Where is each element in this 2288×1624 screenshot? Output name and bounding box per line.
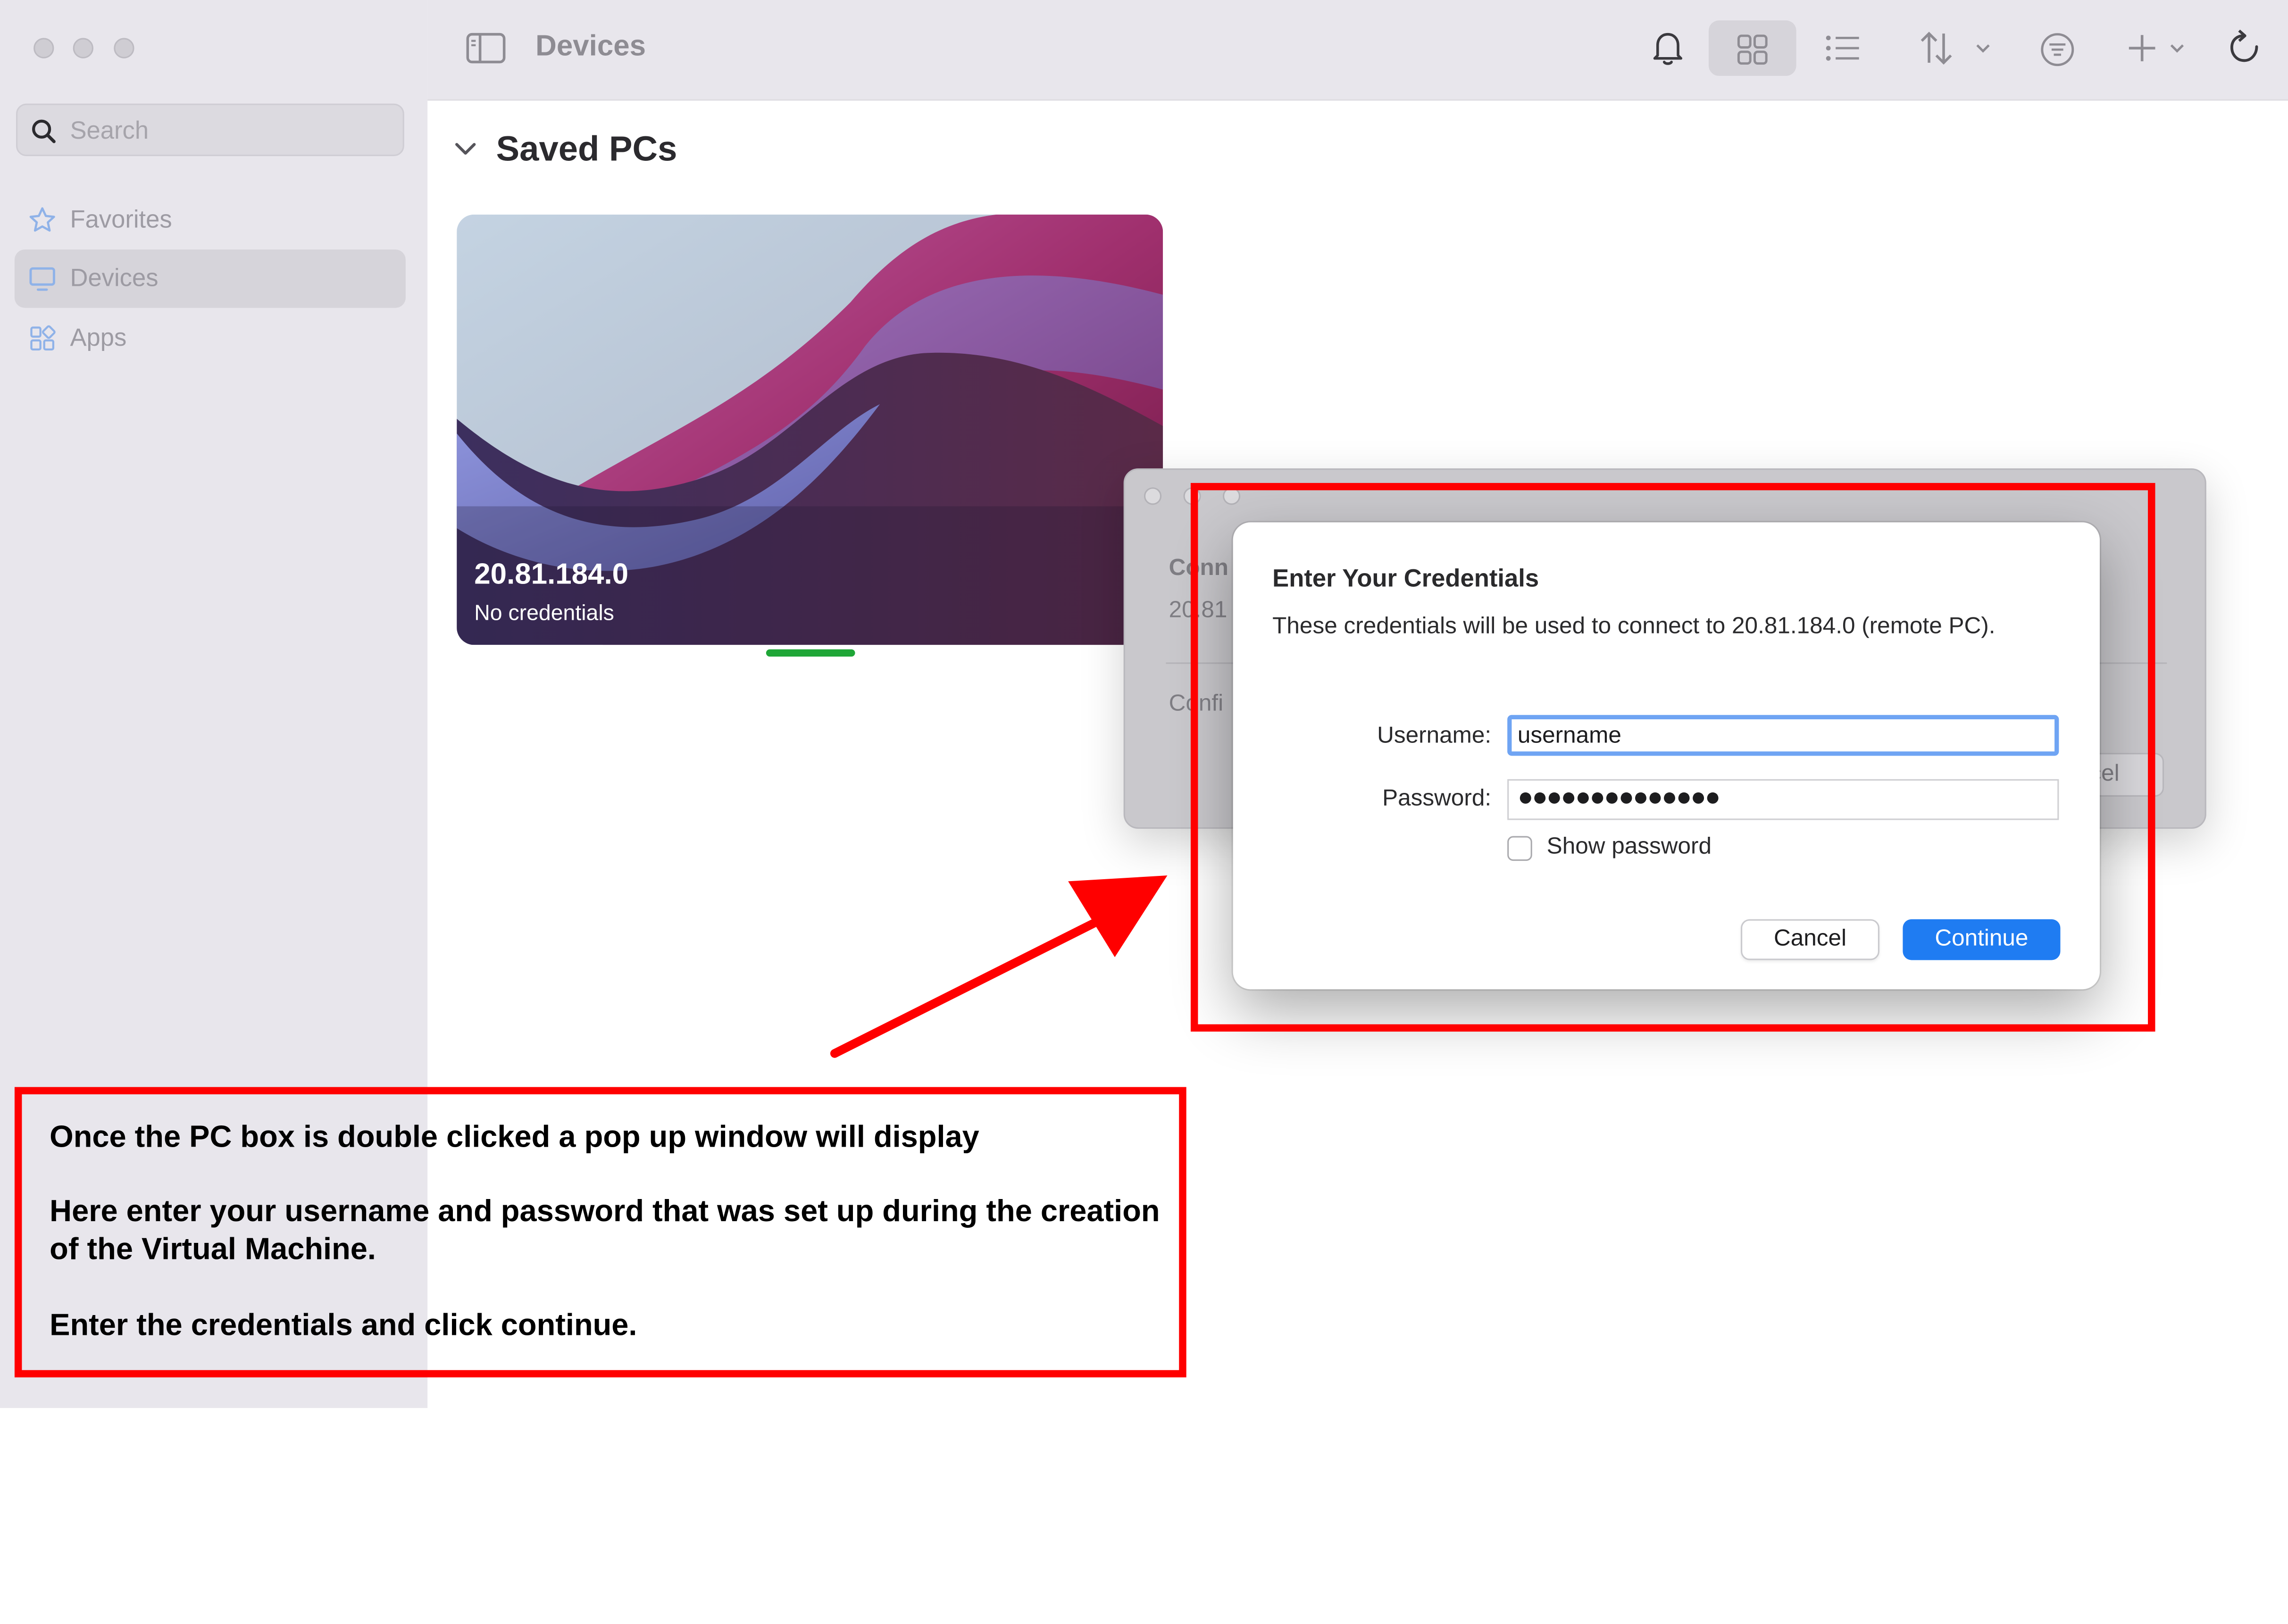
window-zoom-button[interactable] xyxy=(114,38,134,58)
saved-pc-card[interactable]: 20.81.184.0 No credentials xyxy=(457,214,1163,645)
sidebar-item-label: Devices xyxy=(70,264,159,292)
add-icon[interactable] xyxy=(2125,31,2195,68)
window-minimize-button[interactable] xyxy=(73,38,93,58)
list-view-icon[interactable] xyxy=(1824,32,1862,64)
search-field[interactable]: Search xyxy=(16,103,404,156)
sidebar-toggle-icon[interactable] xyxy=(466,32,507,64)
instruction-note-box: Once the PC box is double clicked a pop … xyxy=(14,1087,1186,1378)
sidebar-item-devices[interactable]: Devices xyxy=(14,249,406,308)
search-placeholder: Search xyxy=(70,117,149,145)
sidebar-item-favorites[interactable]: Favorites xyxy=(15,191,406,250)
instruction-line-3: Enter the credentials and click continue… xyxy=(50,1308,637,1342)
annotation-arrow-icon xyxy=(830,875,1168,1058)
star-icon xyxy=(29,207,55,232)
instruction-line-2: Here enter your username and password th… xyxy=(50,1195,1160,1267)
grid-view-icon xyxy=(1737,34,1768,65)
connection-progress-bar xyxy=(766,649,855,657)
window-close-button[interactable] xyxy=(33,38,54,58)
sidebar-item-apps[interactable]: Apps xyxy=(15,309,406,368)
screenshot-stage: Search Favorites Devices Apps Devices Sa… xyxy=(0,0,2288,1624)
dialog-close-button[interactable] xyxy=(1144,487,1162,505)
pc-credential-status: No credentials xyxy=(474,601,614,626)
sort-icon[interactable] xyxy=(1917,29,1999,67)
refresh-icon[interactable] xyxy=(2227,29,2264,70)
pc-ip-address: 20.81.184.0 xyxy=(474,558,629,591)
toolbar: Devices xyxy=(427,0,2288,101)
search-icon xyxy=(32,119,56,143)
monitor-icon xyxy=(29,267,55,291)
apps-grid-icon xyxy=(30,325,56,351)
sidebar-item-label: Apps xyxy=(70,324,127,352)
section-title[interactable]: Saved PCs xyxy=(496,130,677,171)
instruction-line-1: Once the PC box is double clicked a pop … xyxy=(50,1120,979,1154)
grid-view-button[interactable] xyxy=(1709,20,1796,76)
window-title: Devices xyxy=(535,30,646,63)
chevron-down-icon[interactable] xyxy=(454,140,477,158)
bell-icon[interactable] xyxy=(1650,29,1685,67)
filter-icon[interactable] xyxy=(2038,31,2076,68)
highlight-box xyxy=(1190,483,2155,1032)
sidebar-item-label: Favorites xyxy=(70,206,172,233)
